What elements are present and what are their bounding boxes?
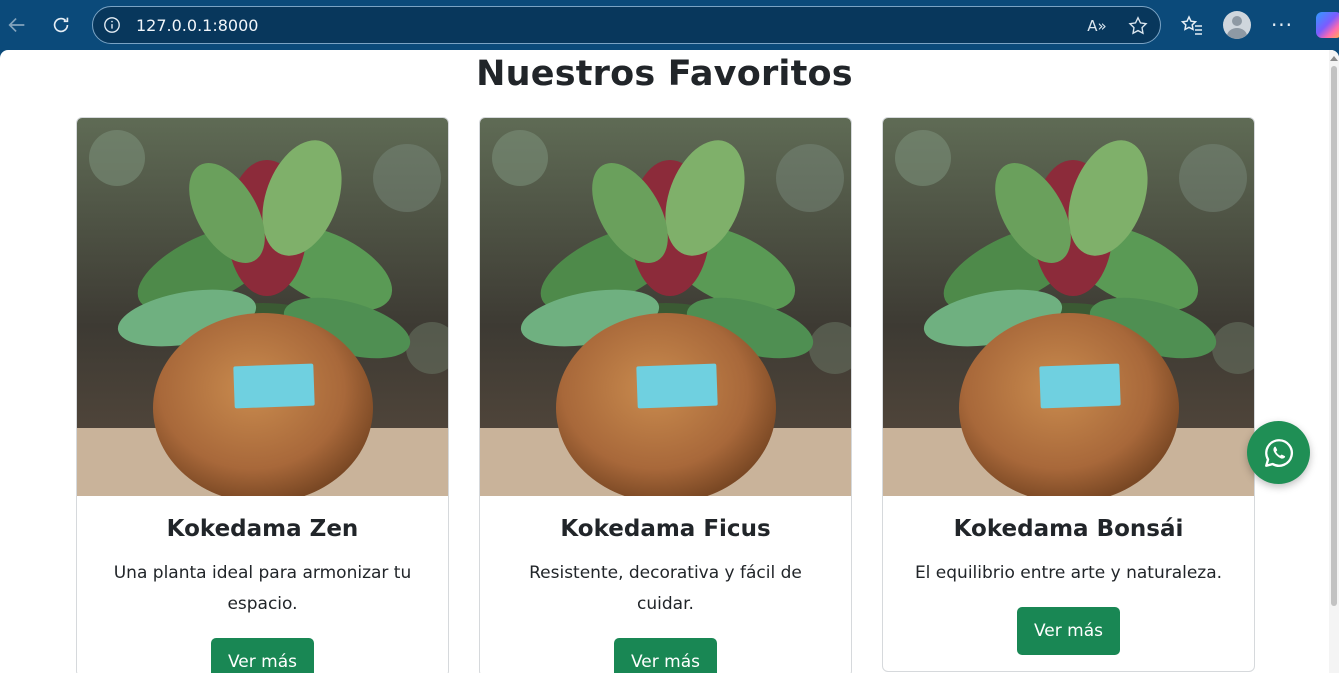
card-title: Kokedama Ficus [560,516,771,542]
profile-icon[interactable] [1223,11,1251,39]
product-image [480,118,851,496]
product-image [883,118,1254,496]
favorites-icon[interactable] [1178,11,1206,39]
scrollbar-thumb[interactable] [1331,66,1337,606]
address-bar[interactable]: 127.0.0.1:8000 A» [92,6,1161,44]
section-title: Nuestros Favoritos [476,54,853,94]
product-image [77,118,448,496]
card-description: Resistente, decorativa y fácil de cuidar… [529,563,802,614]
ver-mas-button[interactable]: Ver más [211,638,314,673]
copilot-icon[interactable] [1316,12,1339,38]
ver-mas-button[interactable]: Ver más [1017,607,1120,655]
card-title: Kokedama Bonsái [953,516,1184,542]
reload-icon [53,17,69,33]
page-viewport: Nuestros Favoritos Kokedama Zen Una plan… [0,50,1339,673]
more-icon[interactable]: ··· [1268,11,1296,39]
star-icon[interactable] [1127,15,1149,37]
back-button[interactable] [0,8,34,42]
ver-mas-button[interactable]: Ver más [614,638,717,673]
whatsapp-icon [1264,438,1293,467]
info-icon[interactable] [103,16,121,34]
product-card: Kokedama Zen Una planta ideal para armon… [76,117,449,673]
reload-button[interactable] [44,8,78,42]
back-arrow-icon [8,17,25,33]
card-description: Una planta ideal para armonizar tu espac… [113,563,412,614]
browser-toolbar: 127.0.0.1:8000 A» ··· [0,0,1339,50]
whatsapp-button[interactable] [1247,421,1310,484]
product-card: Kokedama Bonsái El equilibrio entre arte… [882,117,1255,672]
card-title: Kokedama Zen [166,516,359,542]
card-description: El equilibrio entre arte y naturaleza. [914,563,1223,583]
url-text[interactable]: 127.0.0.1:8000 [136,16,258,35]
vertical-scrollbar[interactable] [1329,50,1339,673]
product-card: Kokedama Ficus Resistente, decorativa y … [479,117,852,673]
scroll-up-icon[interactable] [1330,56,1338,61]
read-aloud-icon[interactable]: A» [1086,15,1108,37]
